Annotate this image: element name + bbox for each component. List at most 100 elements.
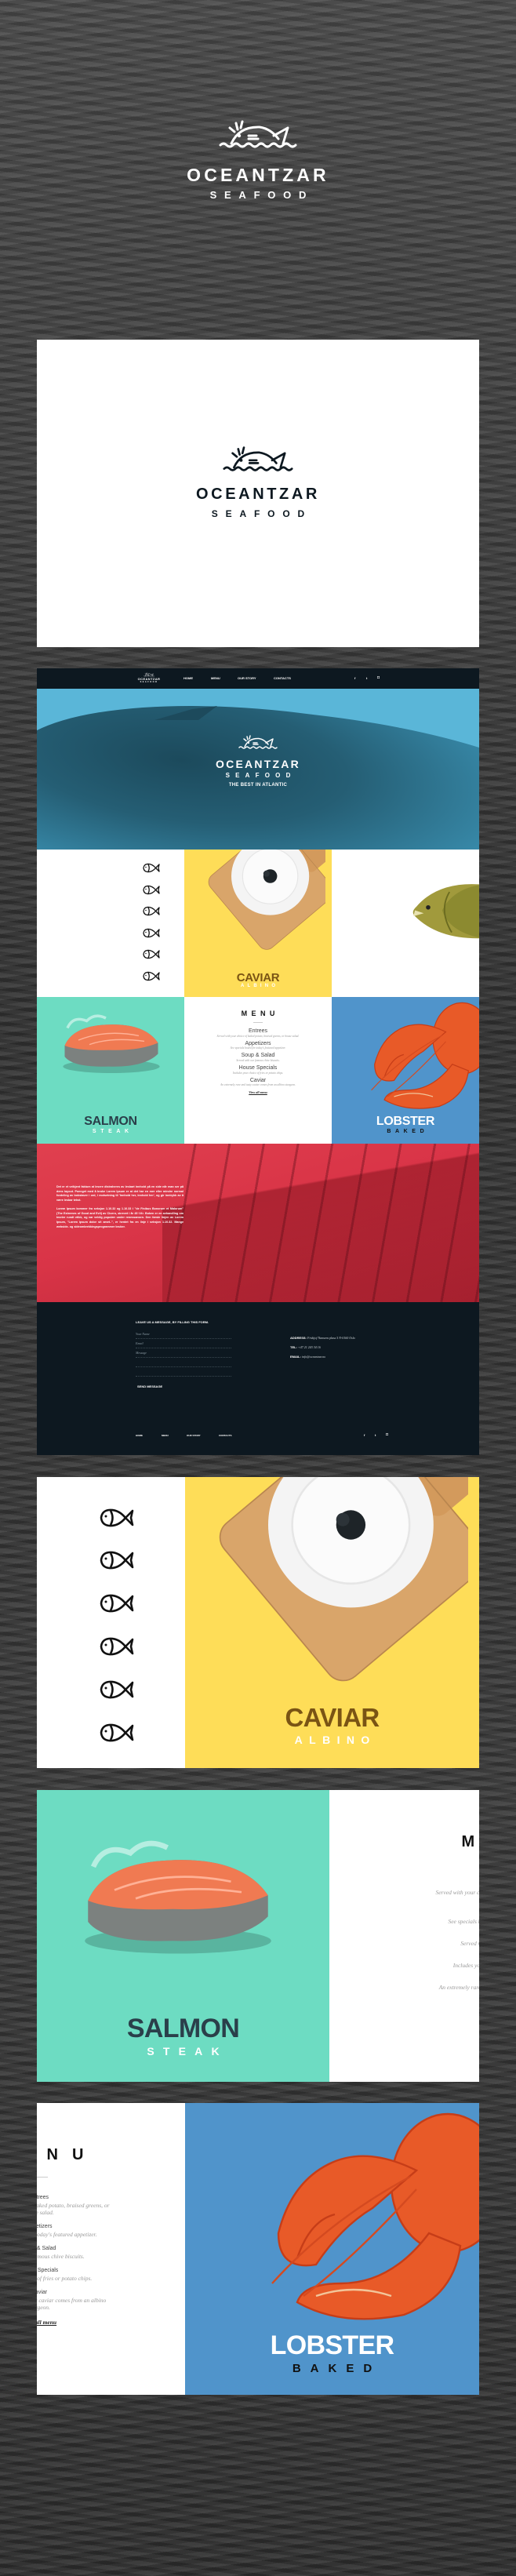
email-value[interactable]: info@oceantzar.no: [302, 1355, 325, 1359]
nav-our-story[interactable]: OUR STORY: [238, 676, 256, 680]
lobster-cell[interactable]: LOBSTER BAKED: [332, 997, 479, 1144]
menu-item-desc: An extremely rare and tasty caviar comes…: [220, 1083, 296, 1087]
crowned-fish-logo-icon: [219, 118, 297, 151]
fish-icons-cell: [37, 850, 184, 997]
contact-form-title: LEAVE US A MESSAGE, BY FILLING THIS FORM…: [136, 1320, 209, 1324]
menu-item-name: Soup & Salad: [241, 1053, 275, 1059]
message-input-line[interactable]: [136, 1370, 231, 1377]
twitter-icon[interactable]: t: [375, 1433, 376, 1437]
fish-icons-column: [37, 1477, 185, 1768]
menu-title: MENU: [37, 2146, 98, 2163]
hero-brand-sub: SEAFOOD: [225, 772, 296, 779]
menu-item-name: Entrees: [37, 2195, 49, 2200]
address-label: ADDRESS:: [290, 1336, 307, 1340]
send-message-button[interactable]: SEND MESSAGE: [136, 1384, 231, 1388]
salmon-title: SALMON: [126, 2014, 240, 2043]
hero-logo-on-ocean: OCEANTZAR SEAFOOD: [0, 118, 516, 201]
menu-item-name: Soup & Salad: [404, 1933, 479, 1938]
detail-salmon: SALMON STEAK MENU Entrees Served with yo…: [37, 1790, 479, 2082]
lobster-title: LOBSTER: [270, 2330, 394, 2360]
salmon-title: SALMON: [84, 1115, 137, 1128]
menu-title: MENU: [241, 1010, 279, 1017]
menu-item-desc: Served with our famous chive biscuits.: [460, 1940, 479, 1947]
menu-divider: [37, 2177, 48, 2178]
lobster-sub: BAKED: [292, 2362, 382, 2375]
footer-our-story[interactable]: OUR STORY: [187, 1434, 201, 1437]
nav-contacts[interactable]: CONTACTS: [274, 676, 291, 680]
footer-home[interactable]: HOME: [136, 1434, 143, 1437]
instagram-icon[interactable]: ◘: [386, 1432, 388, 1437]
brand-sub: SEAFOOD: [211, 508, 313, 519]
view-all-menu-link[interactable]: View all menu: [199, 1090, 317, 1094]
menu-cell: MENU Entrees Served with your choice of …: [184, 997, 332, 1144]
salmon-cell[interactable]: SALMON STEAK: [37, 997, 184, 1144]
facebook-icon[interactable]: f: [364, 1433, 365, 1437]
website-mockup: OCEANTZAR SEAFOOD HOME MENU OUR STORY CO…: [37, 668, 479, 1455]
menu-item-desc: See specials board for today's featured …: [37, 2231, 97, 2238]
menu-item-desc: Served with your choice of baked potato,…: [37, 2202, 110, 2216]
salmon-sub: STEAK: [92, 1129, 133, 1134]
menu-item-name: House Specials: [238, 1065, 278, 1072]
menu-block: MENU Entrees Served with your choice of …: [37, 2146, 141, 2326]
view-all-menu-link[interactable]: View all menu: [37, 2319, 141, 2326]
menu-block: MENU Entrees Served with your choice of …: [404, 1833, 479, 2013]
instagram-icon[interactable]: ◘: [377, 675, 380, 680]
detail-caviar: CAVIAR ALBINO: [37, 1477, 479, 1768]
footer-nav: HOME MENU OUR STORY CONTACTS f t ◘: [136, 1432, 394, 1440]
lobster-image: [355, 997, 479, 1122]
crowned-fish-logo-icon: [222, 445, 294, 473]
salmon-steak-image: [56, 1013, 166, 1079]
menu-item-name: Caviar: [404, 1977, 479, 1982]
name-input[interactable]: Your Name: [136, 1332, 231, 1339]
hero-banner: OCEANTZAR SEAFOOD THE BEST IN ATLANTIC: [37, 689, 479, 850]
menu-title: MENU: [404, 1833, 479, 1851]
twitter-icon[interactable]: t: [366, 676, 367, 680]
caviar-plate-image: [200, 850, 325, 951]
salmon-sub: STEAK: [147, 2045, 228, 2058]
menu-panel-cropped: MENU Entrees Served with your choice of …: [329, 1790, 479, 2082]
caviar-cell[interactable]: CAVIAR ALBINO: [184, 850, 332, 997]
tel-label: TEL:: [290, 1345, 297, 1349]
fish-icon: [143, 949, 160, 959]
nav-menu[interactable]: MENU: [211, 676, 220, 680]
caviar-sub: ALBINO: [294, 1734, 376, 1746]
menu-item-name: House Specials: [37, 2268, 59, 2273]
menu-item-desc: Includes your choice of fries or potato …: [452, 1962, 479, 1969]
detail-lobster: MENU Entrees Served with your choice of …: [37, 2103, 479, 2395]
top-nav: OCEANTZAR SEAFOOD HOME MENU OUR STORY CO…: [37, 668, 479, 689]
lobster-sub: BAKED: [387, 1129, 429, 1134]
view-all-menu-link[interactable]: View all menu: [404, 2006, 479, 2013]
facebook-icon[interactable]: f: [354, 676, 355, 680]
menu-item-name: Soup & Salad: [37, 2246, 56, 2251]
message-input-line[interactable]: [136, 1360, 231, 1367]
fish-icon: [143, 863, 160, 873]
fish-icon: [100, 1593, 134, 1614]
contact-info: ADDRESS: Fridtjof Nansens plass 5 N-0160…: [290, 1333, 355, 1362]
email-input[interactable]: Email: [136, 1341, 231, 1348]
menu-item-name: Appetizers: [404, 1911, 479, 1916]
salmon-steak-image: [72, 1837, 284, 1964]
nav-home[interactable]: HOME: [184, 676, 193, 680]
logo-card: OCEANTZAR SEAFOOD: [37, 340, 479, 647]
story-paragraph-2: Lorem Ipsum kommer fra seksjon 1.10.32 o…: [56, 1206, 184, 1228]
footer-menu[interactable]: MENU: [162, 1434, 169, 1437]
nav-logo-sub: SEAFOOD: [140, 681, 158, 683]
menu-item-name: Caviar: [37, 2290, 48, 2295]
caviar-sub: ALBINO: [240, 984, 279, 988]
nav-logo[interactable]: OCEANTZAR SEAFOOD: [137, 672, 161, 683]
message-input[interactable]: Message: [136, 1351, 231, 1358]
fish-icon: [143, 906, 160, 916]
fish-icon: [143, 885, 160, 895]
fish-icon: [143, 971, 160, 981]
menu-item-desc: Served with our famous chive biscuits.: [236, 1059, 280, 1063]
brand-sub: SEAFOOD: [209, 189, 314, 201]
fish-icon: [100, 1679, 134, 1700]
fish-head-cell: [332, 850, 479, 997]
contact-section: LEAVE US A MESSAGE, BY FILLING THIS FORM…: [37, 1302, 479, 1455]
footer-contacts[interactable]: CONTACTS: [219, 1434, 231, 1437]
menu-item-desc: See specials board for today's featured …: [448, 1918, 479, 1925]
story-paragraph-1: Det er et velkjent faktum at lesere dist…: [56, 1185, 184, 1202]
menu-item-name: Caviar: [249, 1077, 267, 1083]
fish-icon: [143, 928, 160, 938]
caviar-title: CAVIAR: [285, 1703, 380, 1732]
